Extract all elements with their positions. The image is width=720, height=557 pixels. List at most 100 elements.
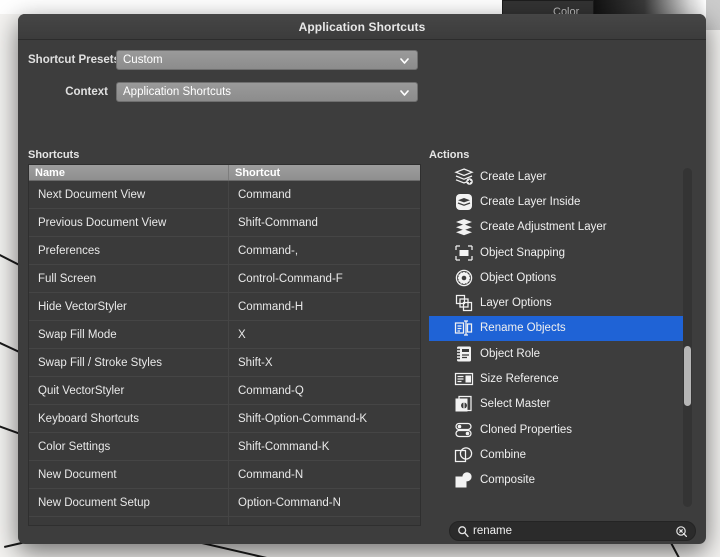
- list-item[interactable]: Create Layer Inside: [447, 189, 687, 214]
- context-select[interactable]: Application Shortcuts: [116, 82, 418, 102]
- table-row[interactable]: Swap Fill / Stroke Styles Shift-X: [29, 348, 420, 377]
- list-item-label: Layer Options: [480, 297, 552, 310]
- cloned-properties-icon: [453, 420, 474, 439]
- shortcut-key-cell: Command-H: [238, 300, 304, 313]
- list-item-label: Create Layer: [480, 170, 547, 183]
- shortcut-name-cell: Previous Document View: [29, 208, 229, 237]
- shortcut-key-cell: X: [238, 328, 246, 341]
- shortcut-name-cell: Full Screen: [29, 264, 229, 293]
- list-item-label: Composite: [480, 474, 535, 487]
- list-item[interactable]: Combine: [447, 442, 687, 467]
- shortcuts-table-header: Name Shortcut: [29, 165, 420, 181]
- table-row[interactable]: New Document Setup Option-Command-N: [29, 488, 420, 517]
- list-item-label: Create Adjustment Layer: [480, 221, 607, 234]
- shortcut-name-cell: Preferences: [29, 236, 229, 265]
- clear-search-icon[interactable]: [675, 525, 688, 538]
- panel-edge-fragment: [706, 0, 720, 30]
- shortcut-name-cell: Color Settings: [29, 432, 229, 461]
- shortcuts-table[interactable]: Name Shortcut Next Document View Command P…: [28, 164, 421, 526]
- list-item[interactable]: Cloned Properties: [447, 417, 687, 442]
- shortcuts-caption: Shortcuts: [28, 149, 80, 161]
- column-header-name[interactable]: Name: [29, 165, 229, 180]
- create-layer-icon: [453, 167, 474, 186]
- table-row[interactable]: Hide VectorStyler Command-H: [29, 292, 420, 321]
- context-value: Application Shortcuts: [123, 86, 232, 98]
- actions-search-field[interactable]: rename: [449, 521, 696, 541]
- list-item-label: Size Reference: [480, 373, 559, 386]
- empty-cell: [29, 517, 229, 525]
- actions-scrollbar-thumb[interactable]: [684, 346, 691, 406]
- list-item[interactable]: Size Reference: [447, 366, 687, 391]
- composite-icon: [453, 471, 474, 490]
- shortcut-key-cell: Shift-Option-Command-K: [238, 412, 368, 425]
- table-row[interactable]: Preferences Command-,: [29, 236, 420, 265]
- shortcut-presets-label: Shortcut Presets: [28, 54, 121, 66]
- size-reference-icon: [453, 370, 474, 389]
- object-role-icon: [453, 344, 474, 363]
- shortcut-name-cell: Keyboard Shortcuts: [29, 404, 229, 433]
- shortcut-name-cell: New Document: [29, 460, 229, 489]
- shortcut-key-cell: Shift-Command-K: [238, 440, 330, 453]
- object-snapping-icon: [453, 243, 474, 262]
- table-row[interactable]: Keyboard Shortcuts Shift-Option-Command-K: [29, 404, 420, 433]
- column-header-shortcut[interactable]: Shortcut: [229, 165, 420, 180]
- search-icon: [457, 525, 470, 538]
- table-row[interactable]: Color Settings Shift-Command-K: [29, 432, 420, 461]
- table-row[interactable]: Previous Document View Shift-Command: [29, 208, 420, 237]
- chevron-down-icon: [398, 86, 411, 99]
- list-item[interactable]: Create Adjustment Layer: [447, 215, 687, 240]
- layer-options-icon: [453, 294, 474, 313]
- list-item-label: Combine: [480, 448, 527, 461]
- empty-cell: [229, 517, 420, 525]
- create-adjustment-layer-icon: [453, 218, 474, 237]
- combine-icon: [453, 445, 474, 464]
- table-row[interactable]: Quit VectorStyler Command-Q: [29, 376, 420, 405]
- list-item-label: Object Snapping: [480, 246, 566, 259]
- list-item[interactable]: Select Master: [447, 392, 687, 417]
- context-row: Context Application Shortcuts: [28, 82, 418, 102]
- shortcut-presets-row: Shortcut Presets Custom: [28, 50, 418, 70]
- actions-list-panel[interactable]: Create Layer Create Layer Inside Create …: [429, 164, 696, 511]
- list-item[interactable]: Object Role: [447, 341, 687, 366]
- shortcut-name-cell: Hide VectorStyler: [29, 292, 229, 321]
- list-item-label: Select Master: [480, 398, 551, 411]
- table-row[interactable]: Next Document View Command: [29, 180, 420, 209]
- dialog-title: Application Shortcuts: [298, 19, 426, 34]
- list-item[interactable]: Object Options: [447, 265, 687, 290]
- table-row-empty: [29, 517, 420, 525]
- shortcut-name-cell: Quit VectorStyler: [29, 376, 229, 405]
- shortcut-presets-select[interactable]: Custom: [116, 50, 418, 70]
- dialog-body: Shortcut Presets Custom Context Applicat…: [18, 40, 706, 544]
- shortcut-key-cell: Shift-Command: [238, 216, 318, 229]
- list-item[interactable]: Create Layer: [447, 164, 687, 189]
- list-item-label: Cloned Properties: [480, 423, 573, 436]
- shortcut-key-cell: Shift-X: [238, 356, 273, 369]
- actions-list: Create Layer Create Layer Inside Create …: [429, 164, 687, 493]
- rename-objects-icon: [453, 319, 474, 338]
- actions-scrollbar-track[interactable]: [683, 168, 692, 507]
- list-item[interactable]: Composite: [447, 468, 687, 493]
- list-item[interactable]: Object Snapping: [447, 240, 687, 265]
- shortcut-name-cell: Swap Fill Mode: [29, 320, 229, 349]
- dialog-titlebar: Application Shortcuts: [18, 14, 706, 40]
- chevron-down-icon: [398, 54, 411, 67]
- table-row[interactable]: Full Screen Control-Command-F: [29, 264, 420, 293]
- select-master-icon: [453, 395, 474, 414]
- actions-caption: Actions: [429, 149, 470, 161]
- table-row[interactable]: Swap Fill Mode X: [29, 320, 420, 349]
- shortcut-name-cell: New Document Setup: [29, 488, 229, 517]
- shortcut-key-cell: Command: [238, 188, 292, 201]
- list-item[interactable]: Rename Objects: [429, 315, 685, 342]
- shortcut-key-cell: Command-Q: [238, 384, 304, 397]
- canvas-top-strip: [0, 0, 502, 14]
- shortcut-presets-value: Custom: [123, 54, 163, 66]
- shortcut-key-cell: Command-,: [238, 244, 299, 257]
- list-item-label: Object Options: [480, 271, 557, 284]
- list-item-label: Object Role: [480, 347, 541, 360]
- list-item[interactable]: Layer Options: [447, 290, 687, 315]
- shortcut-name-cell: Swap Fill / Stroke Styles: [29, 348, 229, 377]
- actions-search-value[interactable]: rename: [470, 525, 675, 537]
- list-item-label: Create Layer Inside: [480, 195, 581, 208]
- table-row[interactable]: New Document Command-N: [29, 460, 420, 489]
- shortcut-name-cell: Next Document View: [29, 180, 229, 209]
